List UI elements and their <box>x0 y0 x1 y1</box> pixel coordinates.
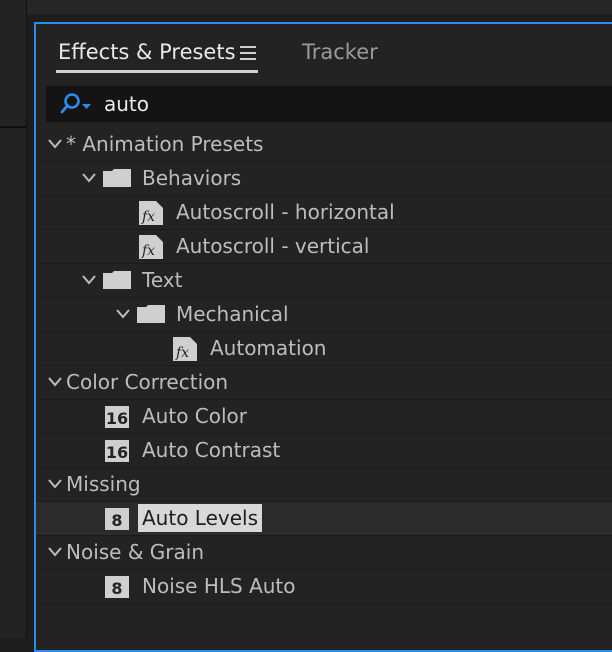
tree-label: Auto Contrast <box>142 438 281 462</box>
bit-depth-icon: 8 <box>105 576 129 598</box>
chevron-down-icon[interactable] <box>48 377 62 387</box>
tab-effects-presets[interactable]: Effects & Presets <box>58 38 236 66</box>
left-panel-strip <box>0 0 27 638</box>
svg-text:fx: fx <box>175 345 189 361</box>
effects-presets-panel: Effects & Presets Tracker * Animation Pr… <box>34 22 612 652</box>
folder-icon <box>103 271 131 289</box>
hamburger-menu-icon[interactable] <box>240 44 258 60</box>
tree-row-auto-color[interactable]: 16 Auto Color <box>36 400 612 434</box>
tree-label: Color Correction <box>66 370 229 394</box>
tree-label: Autoscroll - horizontal <box>176 200 395 224</box>
tree-row-text[interactable]: Text <box>36 264 612 298</box>
active-tab-underline <box>56 70 258 73</box>
tree-row-autoscroll-vertical[interactable]: fx Autoscroll - vertical <box>36 230 612 264</box>
chevron-down-icon[interactable] <box>48 547 62 557</box>
bit-depth-icon: 16 <box>105 406 129 428</box>
panel-tab-bar: Effects & Presets Tracker <box>36 24 612 84</box>
chevron-down-icon[interactable] <box>48 139 62 149</box>
search-input[interactable] <box>104 90 604 118</box>
tree-label: Behaviors <box>142 166 242 190</box>
fx-preset-icon: fx <box>173 337 197 361</box>
tree-row-mechanical[interactable]: Mechanical <box>36 298 612 332</box>
bit-depth-icon: 8 <box>105 508 129 530</box>
tree-row-noise-hls-auto[interactable]: 8 Noise HLS Auto <box>36 570 612 604</box>
svg-text:16: 16 <box>106 409 128 428</box>
tree-row-autoscroll-horizontal[interactable]: fx Autoscroll - horizontal <box>36 196 612 230</box>
tree-label-selected: Auto Levels <box>138 504 263 532</box>
tab-tracker[interactable]: Tracker <box>302 38 378 66</box>
tree-label: Auto Color <box>142 404 248 428</box>
tree-label: Noise HLS Auto <box>142 574 296 598</box>
fx-preset-icon: fx <box>139 201 163 225</box>
fx-preset-icon: fx <box>139 235 163 259</box>
chevron-down-icon[interactable] <box>48 479 62 489</box>
top-band <box>0 0 612 14</box>
tree-row-animation-presets[interactable]: * Animation Presets <box>36 128 612 162</box>
svg-text:8: 8 <box>111 579 122 598</box>
tree-row-automation[interactable]: fx Automation <box>36 332 612 366</box>
tree-row-color-correction[interactable]: Color Correction <box>36 366 612 400</box>
bit-depth-icon: 16 <box>105 440 129 462</box>
folder-icon <box>137 305 165 323</box>
tree-label: * Animation Presets <box>66 132 264 156</box>
search-icon[interactable] <box>60 92 94 116</box>
tree-row-behaviors[interactable]: Behaviors <box>36 162 612 196</box>
svg-text:16: 16 <box>106 443 128 462</box>
chevron-down-icon[interactable] <box>82 275 96 285</box>
folder-icon <box>103 169 131 187</box>
tree-row-noise-grain[interactable]: Noise & Grain <box>36 536 612 570</box>
tree-label: Noise & Grain <box>66 540 204 564</box>
svg-text:fx: fx <box>141 243 155 259</box>
tree-row-auto-contrast[interactable]: 16 Auto Contrast <box>36 434 612 468</box>
tree-label: Text <box>142 268 183 292</box>
search-bar <box>46 86 612 122</box>
chevron-down-icon[interactable] <box>116 309 130 319</box>
tree-label: Autoscroll - vertical <box>176 234 370 258</box>
left-panel-divider <box>0 126 26 128</box>
svg-text:fx: fx <box>141 209 155 225</box>
tree-row-missing[interactable]: Missing <box>36 468 612 502</box>
tree-label: Mechanical <box>176 302 289 326</box>
chevron-down-icon[interactable] <box>82 173 96 183</box>
svg-text:8: 8 <box>111 511 122 530</box>
tree-label: Missing <box>66 472 141 496</box>
tree-row-auto-levels[interactable]: 8 Auto Levels <box>36 502 612 536</box>
effects-tree: * Animation Presets Behaviors fx Autoscr… <box>36 128 612 604</box>
tree-label: Automation <box>210 336 327 360</box>
